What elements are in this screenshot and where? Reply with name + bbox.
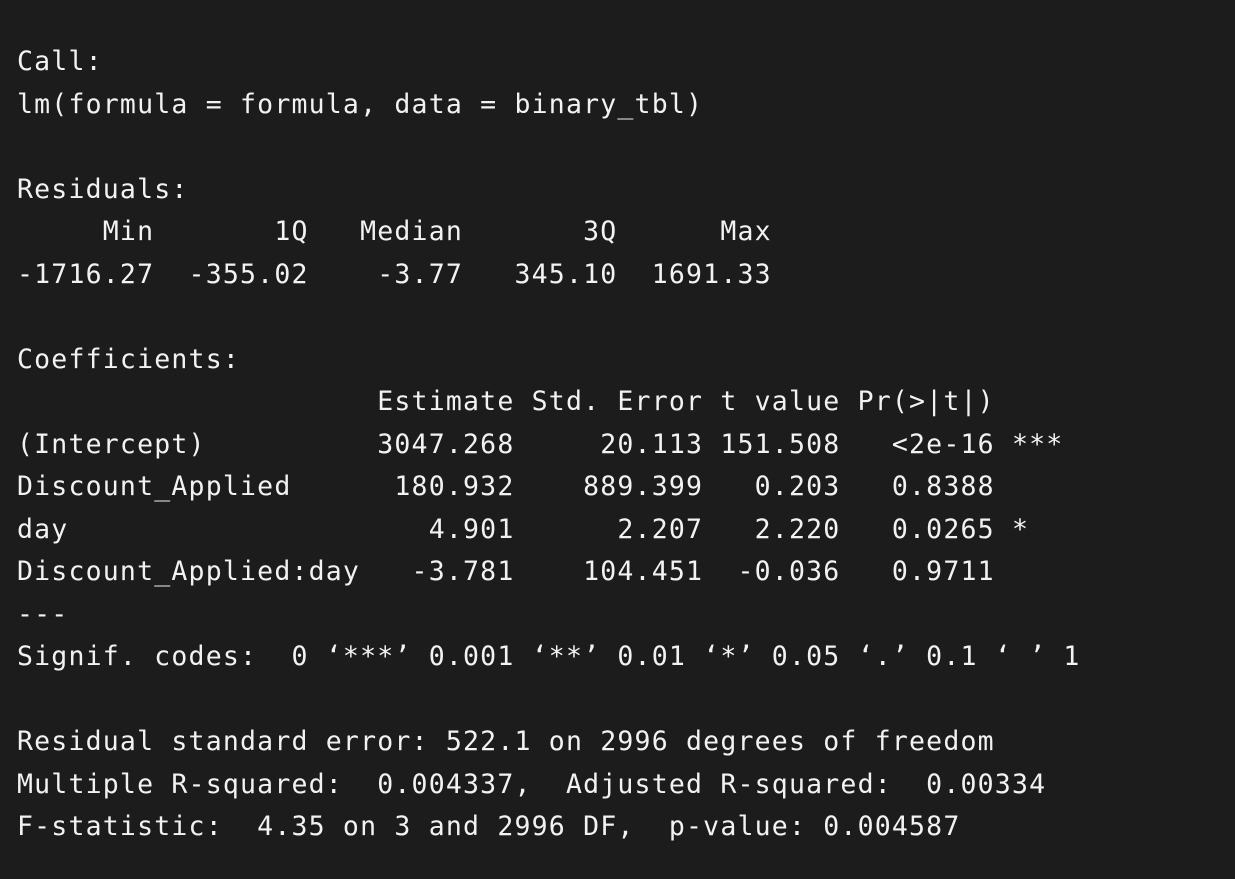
residuals-values: -1716.27 -355.02 -3.77 345.10 1691.33	[17, 259, 789, 290]
call-text: lm(formula = formula, data = binary_tbl)	[17, 89, 704, 120]
coefficients-columns: Estimate Std. Error t value Pr(>|t|)	[17, 386, 1064, 417]
signif-codes: Signif. codes: 0 ‘***’ 0.001 ‘**’ 0.01 ‘…	[17, 641, 1081, 672]
coefficient-row-intercept: (Intercept) 3047.268 20.113 151.508 <2e-…	[17, 429, 1064, 460]
coefficients-header: Coefficients:	[17, 344, 241, 375]
call-header: Call:	[17, 46, 103, 77]
separator: ---	[17, 599, 69, 630]
console-output: Call: lm(formula = formula, data = binar…	[0, 0, 1235, 879]
r-squared: Multiple R-squared: 0.004337, Adjusted R…	[17, 769, 1064, 800]
residuals-columns: Min 1Q Median 3Q Max	[17, 216, 789, 247]
coefficient-row-day: day 4.901 2.207 2.220 0.0265 *	[17, 514, 1064, 545]
f-statistic: F-statistic: 4.35 on 3 and 2996 DF, p-va…	[17, 811, 961, 842]
coefficient-row-interaction: Discount_Applied:day -3.781 104.451 -0.0…	[17, 556, 1064, 587]
coefficient-row-discount: Discount_Applied 180.932 889.399 0.203 0…	[17, 471, 1064, 502]
residual-standard-error: Residual standard error: 522.1 on 2996 d…	[17, 726, 995, 757]
residuals-header: Residuals:	[17, 174, 189, 205]
